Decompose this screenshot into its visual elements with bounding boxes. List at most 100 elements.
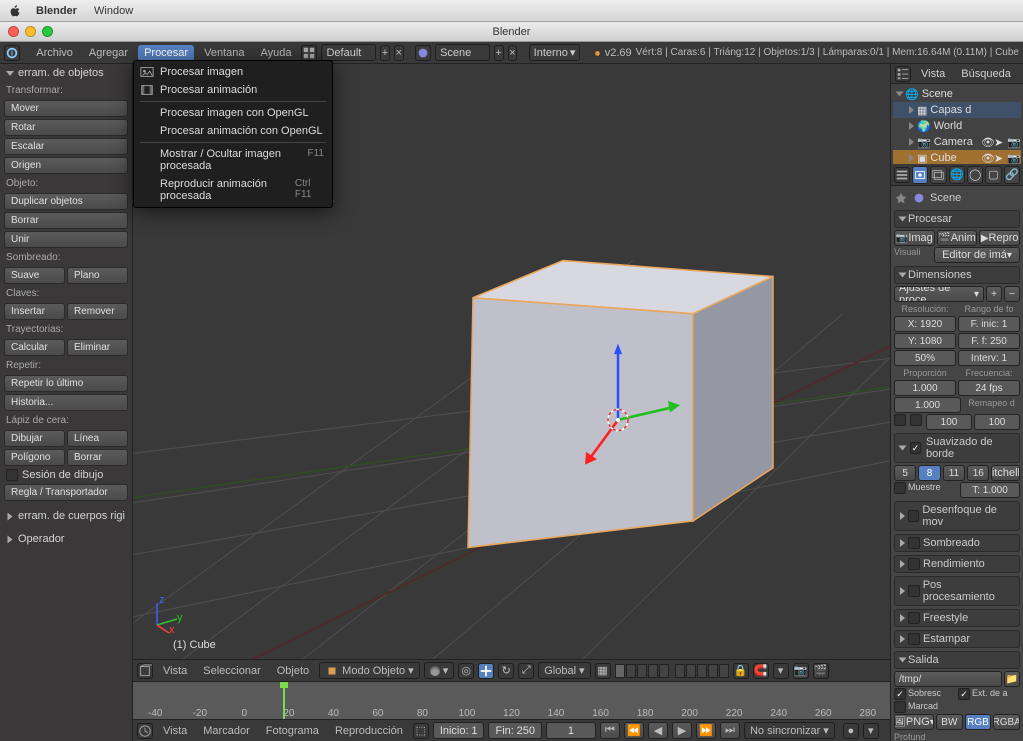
aa-11[interactable]: 11 xyxy=(943,465,965,481)
tool-duplicar-objetos[interactable]: Duplicar objetos xyxy=(4,193,128,210)
close-button[interactable] xyxy=(8,26,19,37)
tab-object-icon[interactable]: ▢ xyxy=(985,166,1001,184)
aspect-y[interactable]: 1.000 xyxy=(894,397,961,413)
render-preview-icon[interactable]: 📷 xyxy=(793,663,809,679)
frame-step[interactable]: Interv: 1 xyxy=(958,350,1020,366)
mac-app-name[interactable]: Blender xyxy=(36,5,77,17)
zoom-button[interactable] xyxy=(42,26,53,37)
render-anim-button[interactable]: 🎬Anim xyxy=(937,230,978,246)
render-anim-icon[interactable]: 🎬 xyxy=(813,663,829,679)
tool-escalar[interactable]: Escalar xyxy=(4,138,128,155)
grease-session-check[interactable]: Sesión de dibujo xyxy=(0,467,132,483)
snap-icon[interactable]: 🧲 xyxy=(753,663,769,679)
pin-icon[interactable] xyxy=(894,191,908,205)
aa-5[interactable]: 5 xyxy=(894,465,916,481)
toolshelf-header[interactable]: erram. de objetos xyxy=(0,64,132,82)
tool-rotar[interactable]: Rotar xyxy=(4,119,128,136)
lock-camera-icon[interactable]: 🔒 xyxy=(733,663,749,679)
orientation-selector[interactable]: Global▾ xyxy=(538,662,590,679)
tool-borrar[interactable]: Borrar xyxy=(67,449,128,466)
keyframe-prev-icon[interactable]: ⏪ xyxy=(624,722,644,739)
tool-unir[interactable]: Unir xyxy=(4,231,128,248)
tool-historia...[interactable]: Historia... xyxy=(4,394,128,411)
layout-del-icon[interactable]: × xyxy=(394,45,404,61)
manip-translate-icon[interactable] xyxy=(478,663,494,679)
tl-menu-marker[interactable]: Marcador xyxy=(197,723,255,739)
play-reverse-icon[interactable]: ◀ xyxy=(648,722,668,739)
tool-origen[interactable]: Origen xyxy=(4,157,128,174)
res-pct[interactable]: 50% xyxy=(894,350,956,366)
display-mode[interactable]: Editor de imá ▾ xyxy=(934,247,1020,263)
menu-ayuda[interactable]: Ayuda xyxy=(254,45,297,61)
tl-menu-frame[interactable]: Fotograma xyxy=(260,723,325,739)
aa-8[interactable]: 8 xyxy=(918,465,940,481)
tool-borrar[interactable]: Borrar xyxy=(4,212,128,229)
output-path[interactable]: /tmp/ xyxy=(894,671,1002,687)
tool-eliminar[interactable]: Eliminar xyxy=(67,339,128,356)
editor-type-icon[interactable]: i xyxy=(4,45,20,61)
dd-render-gl-img[interactable]: Procesar imagen con OpenGL xyxy=(134,104,332,122)
dd-render-gl-anim[interactable]: Procesar animación con OpenGL xyxy=(134,122,332,140)
manip-scale-icon[interactable]: ⤢ xyxy=(518,663,534,679)
dd-render-anim[interactable]: Procesar animación xyxy=(134,81,332,99)
ruler-button[interactable]: Regla / Transportador xyxy=(4,484,128,501)
panel-desenfoque-de-mov[interactable]: Desenfoque de mov xyxy=(894,501,1020,531)
tab-constraint-icon[interactable]: 🔗 xyxy=(1004,166,1020,184)
panel-dimensions[interactable]: Dimensiones xyxy=(894,266,1020,284)
tool-polígono[interactable]: Polígono xyxy=(4,449,65,466)
aa-size[interactable]: T: 1.000 xyxy=(960,482,1020,498)
jump-end-icon[interactable]: ⏭ xyxy=(720,722,740,739)
layers-icon[interactable]: ▦ xyxy=(595,663,611,679)
rgb-button[interactable]: RGB xyxy=(965,714,992,730)
outliner-capas d[interactable]: ▦Capas d xyxy=(893,102,1021,118)
browse-icon[interactable]: 📁 xyxy=(1004,671,1020,687)
preset-add[interactable]: + xyxy=(986,286,1002,302)
layer-buttons[interactable] xyxy=(615,664,729,678)
dd-render-image[interactable]: Procesar imagen xyxy=(134,63,332,81)
play-icon[interactable]: ▶ xyxy=(672,722,692,739)
tab-render-icon[interactable] xyxy=(912,166,928,184)
frame-init[interactable]: F. inic: 1 xyxy=(958,316,1020,332)
tool-suave[interactable]: Suave xyxy=(4,267,65,284)
jump-start-icon[interactable]: ⏮ xyxy=(600,722,620,739)
panel-rendimiento[interactable]: Rendimiento xyxy=(894,555,1020,573)
frame-fin[interactable]: F. f: 250 xyxy=(958,333,1020,349)
timeline-cursor[interactable] xyxy=(283,682,285,719)
format-selector[interactable]: 🖼PNG▾ xyxy=(894,714,934,730)
outliner-camera[interactable]: 📷Camera👁➤📷 xyxy=(893,134,1021,150)
tool-repetir-lo-último[interactable]: Repetir lo último xyxy=(4,375,128,392)
keyset-icon[interactable]: ▾ xyxy=(863,723,879,739)
pivot-icon[interactable]: ◎ xyxy=(458,663,474,679)
tool-línea[interactable]: Línea xyxy=(67,430,128,447)
aa-16[interactable]: 16 xyxy=(967,465,989,481)
render-preset[interactable]: Ajustes de proce ▾ xyxy=(894,286,984,302)
sync-mode[interactable]: No sincronizar▾ xyxy=(744,722,835,739)
tl-range-icon[interactable]: ⬚ xyxy=(413,723,429,739)
play-render-button[interactable]: ▶Repro xyxy=(979,230,1020,246)
render-image-button[interactable]: 📷Imag xyxy=(894,230,935,246)
outliner-view[interactable]: Vista xyxy=(915,66,951,82)
menu-agregar[interactable]: Agregar xyxy=(83,45,134,61)
outliner-world[interactable]: 🌍World xyxy=(893,118,1021,134)
panel-estampar[interactable]: Estampar xyxy=(894,630,1020,648)
layout-field[interactable]: Default xyxy=(321,44,376,61)
snap-type-icon[interactable]: ▾ xyxy=(773,663,789,679)
menu-archivo[interactable]: Archivo xyxy=(30,45,79,61)
layout-browse-icon[interactable] xyxy=(301,45,317,61)
tool-dibujar[interactable]: Dibujar xyxy=(4,430,65,447)
panel-procesar[interactable]: Procesar xyxy=(894,210,1020,228)
tool-remover[interactable]: Remover xyxy=(67,303,128,320)
panel-aa[interactable]: Suavizado de borde xyxy=(894,433,1020,463)
tab-layers-icon[interactable] xyxy=(930,166,946,184)
panel-pos-procesamiento[interactable]: Pos procesamiento xyxy=(894,576,1020,606)
shading-selector[interactable]: ▾ xyxy=(424,662,455,679)
layout-add-icon[interactable]: + xyxy=(380,45,390,61)
dd-play-render[interactable]: Reproducir animación procesadaCtrl F11 xyxy=(134,175,332,205)
tool-insertar[interactable]: Insertar xyxy=(4,303,65,320)
preset-del[interactable]: − xyxy=(1004,286,1020,302)
tool-mover[interactable]: Mover xyxy=(4,100,128,117)
outliner-search[interactable]: Búsqueda xyxy=(955,66,1017,82)
scene-add-icon[interactable]: + xyxy=(494,45,504,61)
autokey-icon[interactable]: ● xyxy=(843,723,859,739)
frame-start[interactable]: Inicio: 1 xyxy=(433,722,485,739)
